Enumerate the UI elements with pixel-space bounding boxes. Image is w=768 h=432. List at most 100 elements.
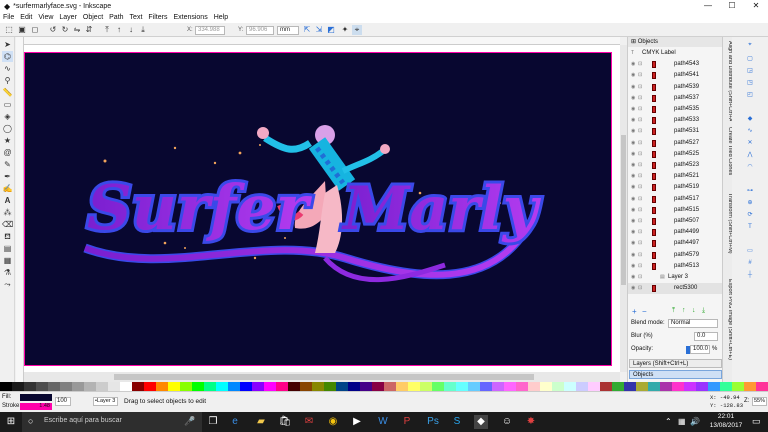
raise-top-icon[interactable]: ⤒ xyxy=(102,25,112,35)
lock-icon[interactable]: ⊡ xyxy=(638,227,642,238)
snap-bbox-corner-icon[interactable]: ◳ xyxy=(746,79,754,87)
snap-page-icon[interactable]: ▭ xyxy=(746,247,754,255)
lower-bottom-icon[interactable]: ⤓ xyxy=(138,25,148,35)
word-icon[interactable]: W xyxy=(376,415,390,429)
palette-swatch[interactable] xyxy=(480,382,492,391)
object-row[interactable]: ◉ ⊡ path4527 xyxy=(628,138,723,149)
bucket-tool-icon[interactable]: ⛾ xyxy=(2,231,13,242)
palette-swatch[interactable] xyxy=(564,382,576,391)
blend-mode-select[interactable]: Normal xyxy=(668,319,718,328)
lock-icon[interactable]: ⊡ xyxy=(638,104,642,115)
raise-icon[interactable]: ↑ xyxy=(114,25,124,35)
object-row[interactable]: ◉ ⊡ path4539 xyxy=(628,82,723,93)
visibility-icon[interactable]: ◉ xyxy=(631,126,635,137)
visibility-icon[interactable]: ◉ xyxy=(631,70,635,81)
lower-icon[interactable]: ↓ xyxy=(126,25,136,35)
palette-swatch[interactable] xyxy=(492,382,504,391)
palette-swatch[interactable] xyxy=(516,382,528,391)
unit-select[interactable]: mm xyxy=(277,26,299,35)
app-icon[interactable]: ☺ xyxy=(500,415,514,429)
y-field[interactable]: 96.906 xyxy=(246,26,274,35)
zoom-tool-icon[interactable]: ⚲ xyxy=(2,75,13,86)
stroke-swatch[interactable]: 1.48 xyxy=(20,403,52,410)
flip-horizontal-icon[interactable]: ⇋ xyxy=(72,25,82,35)
snap-paths-icon[interactable]: ∿ xyxy=(746,127,754,135)
lock-icon[interactable]: ⊡ xyxy=(638,171,642,182)
lock-icon[interactable]: ⊡ xyxy=(638,126,642,137)
visibility-icon[interactable]: ◉ xyxy=(631,205,635,216)
snap-guide-icon[interactable]: ┼ xyxy=(746,271,754,279)
palette-swatch[interactable] xyxy=(252,382,264,391)
snap-enable-icon[interactable]: ⌖ xyxy=(746,41,754,49)
lock-icon[interactable]: ⊡ xyxy=(638,149,642,160)
palette-swatch[interactable] xyxy=(348,382,360,391)
palette-swatch[interactable] xyxy=(528,382,540,391)
object-row[interactable]: ◉ ⊡ path4523 xyxy=(628,160,723,171)
tab-tiled-clones[interactable]: Create Tiled Clones xyxy=(723,127,732,187)
palette-swatch[interactable] xyxy=(264,382,276,391)
photoshop-icon[interactable]: Ps xyxy=(426,415,440,429)
object-row[interactable]: ◉ ⊡ path4517 xyxy=(628,194,723,205)
palette-swatch[interactable] xyxy=(612,382,624,391)
spray-tool-icon[interactable]: ⁂ xyxy=(2,207,13,218)
menu-extensions[interactable]: Extensions xyxy=(173,14,207,21)
menu-text[interactable]: Text xyxy=(130,14,143,21)
mesh-tool-icon[interactable]: ▦ xyxy=(2,255,13,266)
palette-swatch[interactable] xyxy=(12,382,24,391)
palette-swatch[interactable] xyxy=(204,382,216,391)
palette-swatch[interactable] xyxy=(540,382,552,391)
chrome-icon[interactable]: ◉ xyxy=(326,415,340,429)
canvas[interactable]: Surfer Surfer Marly Marly xyxy=(24,45,620,372)
lock-icon[interactable]: ⊡ xyxy=(638,160,642,171)
visibility-icon[interactable]: ◉ xyxy=(631,82,635,93)
snap-midpoints-icon[interactable]: ⊶ xyxy=(746,187,754,195)
text-tool-icon[interactable]: A xyxy=(2,195,13,206)
tab-export-png[interactable]: Export PNG Image (Shift+Ctrl+E) xyxy=(723,279,732,379)
deselect-icon[interactable]: ◻ xyxy=(30,25,40,35)
palette-swatch[interactable] xyxy=(408,382,420,391)
palette-swatch[interactable] xyxy=(468,382,480,391)
opacity-field[interactable]: 100.0 xyxy=(690,345,710,354)
palette-swatch[interactable] xyxy=(168,382,180,391)
lock-icon[interactable]: ⊡ xyxy=(638,82,642,93)
visibility-icon[interactable]: ◉ xyxy=(631,115,635,126)
select-all-icon[interactable]: ⬚ xyxy=(4,25,14,35)
lock-icon[interactable]: ⊡ xyxy=(638,115,642,126)
palette-swatch[interactable] xyxy=(324,382,336,391)
snap-bbox-edge-icon[interactable]: ◲ xyxy=(746,67,754,75)
palette-swatch[interactable] xyxy=(672,382,684,391)
palette-swatch[interactable] xyxy=(420,382,432,391)
snap-intersection-icon[interactable]: ✕ xyxy=(746,139,754,147)
palette-swatch[interactable] xyxy=(120,382,132,391)
volume-icon[interactable]: 🔊 xyxy=(690,417,700,426)
object-row[interactable]: ◉ ⊡ path4541 xyxy=(628,70,723,81)
color-palette[interactable] xyxy=(0,382,768,391)
palette-swatch[interactable] xyxy=(384,382,396,391)
horizontal-scroll-thumb[interactable] xyxy=(114,374,534,380)
file-explorer-icon[interactable]: ▰ xyxy=(254,415,268,429)
palette-swatch[interactable] xyxy=(288,382,300,391)
palette-swatch[interactable] xyxy=(708,382,720,391)
lock-icon[interactable]: ⊡ xyxy=(638,283,642,294)
palette-swatch[interactable] xyxy=(504,382,516,391)
lock-icon[interactable]: ⊡ xyxy=(638,70,642,81)
tray-up-icon[interactable]: ⌃ xyxy=(665,417,672,426)
artwork[interactable]: Surfer Surfer Marly Marly xyxy=(25,53,613,367)
object-row[interactable]: ◉ ⊡ path4543 xyxy=(628,59,723,70)
palette-swatch[interactable] xyxy=(156,382,168,391)
snap-grid-icon[interactable]: # xyxy=(746,259,754,267)
lock-icon[interactable]: ⊡ xyxy=(638,272,642,283)
clock-date[interactable]: 13/08/2017 xyxy=(706,422,746,429)
object-row[interactable]: ◉ ⊡ path4519 xyxy=(628,182,723,193)
palette-swatch[interactable] xyxy=(60,382,72,391)
flip-vertical-icon[interactable]: ⇵ xyxy=(84,25,94,35)
snap-center-icon[interactable]: ⊕ xyxy=(746,199,754,207)
object-row[interactable]: ◉ ⊡ path4521 xyxy=(628,171,723,182)
palette-swatch[interactable] xyxy=(636,382,648,391)
palette-swatch[interactable] xyxy=(372,382,384,391)
visibility-icon[interactable]: ◉ xyxy=(631,59,635,70)
remove-icon[interactable]: − xyxy=(642,307,647,316)
taskbar-search[interactable]: ○ Escribe aquí para buscar 🎤 xyxy=(22,412,202,432)
menu-edit[interactable]: Edit xyxy=(20,14,32,21)
palette-swatch[interactable] xyxy=(96,382,108,391)
